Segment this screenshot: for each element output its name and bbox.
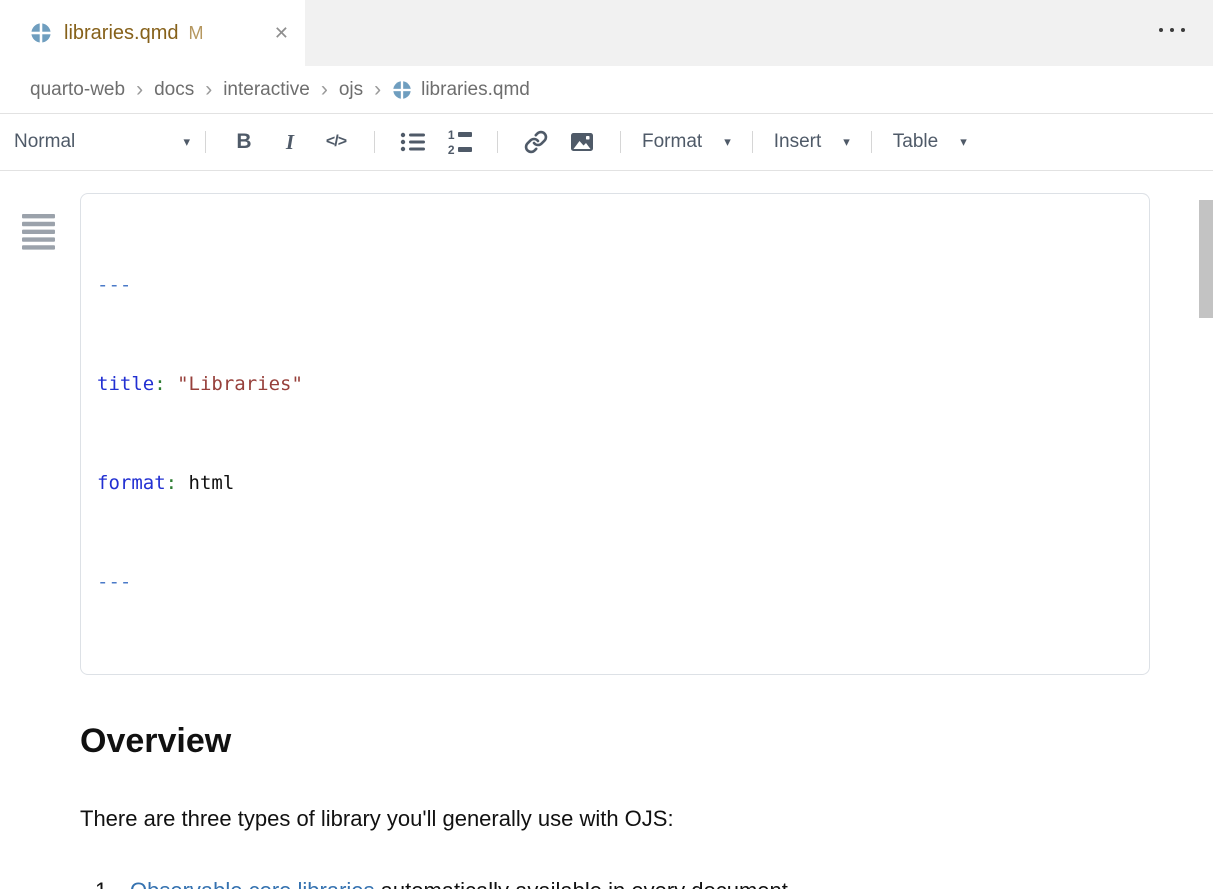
tab-bar: libraries.qmd M ✕ [0, 0, 1213, 66]
list-item-number: 1. [95, 877, 130, 889]
breadcrumb-item-ojs[interactable]: ojs [339, 79, 363, 101]
chevron-right-icon: › [136, 78, 143, 102]
bullet-list-button[interactable] [390, 131, 436, 153]
breadcrumb-file-label: libraries.qmd [421, 79, 530, 101]
yaml-line: --- [97, 566, 1133, 599]
table-menu[interactable]: Table ▾ [887, 131, 973, 153]
vertical-scrollbar-thumb[interactable] [1199, 200, 1213, 318]
image-icon [569, 130, 595, 154]
breadcrumb-item-quarto-web[interactable]: quarto-web [30, 79, 125, 101]
numbered-list-icon: 1 2 [447, 129, 472, 156]
insert-menu-label: Insert [774, 131, 822, 153]
toolbar-divider [205, 131, 206, 153]
toolbar-divider [497, 131, 498, 153]
yaml-line: format: html [97, 467, 1133, 500]
intro-paragraph: There are three types of library you'll … [80, 805, 1213, 833]
breadcrumb-item-file[interactable]: libraries.qmd [392, 79, 530, 101]
breadcrumb-item-docs[interactable]: docs [154, 79, 194, 101]
image-button[interactable] [559, 130, 605, 154]
yaml-line: title: "Libraries" [97, 368, 1133, 401]
list-item: 1. Observable core libraries automatical… [80, 877, 1213, 889]
bullet-list-icon [400, 131, 426, 153]
toolbar-divider [871, 131, 872, 153]
toolbar-divider [620, 131, 621, 153]
format-menu[interactable]: Format ▾ [636, 131, 737, 153]
editor-surface[interactable]: --- title: "Libraries" format: html --- … [0, 193, 1213, 889]
quarto-file-icon [30, 22, 52, 44]
numbered-list-button[interactable]: 1 2 [436, 129, 482, 156]
tab-filename: libraries.qmd [64, 22, 178, 45]
paragraph-style-select[interactable]: Normal ▾ [14, 131, 190, 153]
close-tab-icon[interactable]: ✕ [274, 24, 289, 42]
format-menu-label: Format [642, 131, 702, 153]
list-item-text: Observable core libraries automatically … [130, 877, 794, 889]
yaml-line: --- [97, 269, 1133, 302]
editor-toolbar: Normal ▾ B I </> 1 2 Format [0, 114, 1213, 171]
italic-button[interactable]: I [267, 130, 313, 155]
yaml-front-matter-block[interactable]: --- title: "Libraries" format: html --- [80, 193, 1150, 675]
section-heading: Overview [80, 719, 1213, 763]
chevron-right-icon: › [374, 78, 381, 102]
code-button[interactable]: </> [313, 133, 359, 151]
link-button[interactable] [513, 130, 559, 154]
more-actions-icon[interactable] [1159, 28, 1185, 32]
chevron-down-icon: ▾ [724, 134, 731, 150]
link-icon [524, 130, 548, 154]
ordered-list: 1. Observable core libraries automatical… [80, 877, 1213, 889]
quarto-file-icon [392, 80, 412, 100]
document-body: --- title: "Libraries" format: html --- … [0, 193, 1213, 889]
chevron-down-icon: ▾ [183, 134, 190, 150]
toolbar-divider [374, 131, 375, 153]
bold-button[interactable]: B [221, 130, 267, 154]
breadcrumb-item-interactive[interactable]: interactive [223, 79, 310, 101]
block-drag-handle-icon[interactable] [22, 214, 55, 250]
paragraph-style-value: Normal [14, 131, 75, 153]
chevron-right-icon: › [321, 78, 328, 102]
toolbar-divider [752, 131, 753, 153]
chevron-down-icon: ▾ [843, 134, 850, 150]
git-modified-badge: M [188, 23, 203, 44]
tab-libraries-qmd[interactable]: libraries.qmd M ✕ [0, 0, 305, 66]
chevron-down-icon: ▾ [960, 134, 967, 150]
table-menu-label: Table [893, 131, 938, 153]
inline-link[interactable]: Observable core libraries [130, 878, 375, 889]
breadcrumb: quarto-web › docs › interactive › ojs › … [0, 66, 1213, 114]
chevron-right-icon: › [205, 78, 212, 102]
insert-menu[interactable]: Insert ▾ [768, 131, 856, 153]
